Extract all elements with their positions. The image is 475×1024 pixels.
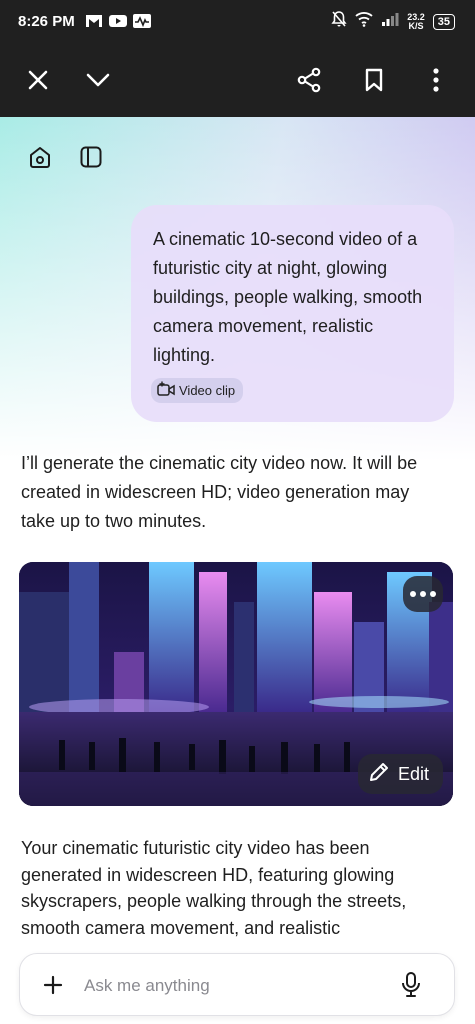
gmail-icon xyxy=(84,12,104,30)
status-app-icons xyxy=(84,12,152,30)
youtube-icon xyxy=(108,12,128,30)
assistant-reply: I’ll generate the cinematic city video n… xyxy=(21,453,418,531)
close-icon[interactable] xyxy=(22,64,54,96)
top-toolbar xyxy=(0,44,475,117)
edit-label: Edit xyxy=(397,763,429,784)
mute-icon xyxy=(331,10,347,33)
user-message-bubble: A cinematic 10-second video of a futuris… xyxy=(131,205,454,422)
composer-bar xyxy=(19,953,455,1016)
more-horizontal-icon xyxy=(410,591,416,597)
status-time: 8:26 PM xyxy=(18,13,75,30)
wifi-icon xyxy=(355,11,373,32)
share-icon[interactable] xyxy=(293,64,325,96)
generated-video-thumbnail[interactable]: Edit xyxy=(19,562,453,806)
sidebar-icon[interactable] xyxy=(75,141,107,173)
home-icon[interactable] xyxy=(24,141,56,173)
chat-area: A cinematic 10-second video of a futuris… xyxy=(0,117,475,1024)
user-message-text: A cinematic 10-second video of a futuris… xyxy=(153,229,423,365)
video-clip-label: Video clip xyxy=(179,383,236,398)
activity-icon xyxy=(132,12,152,30)
video-plus-icon xyxy=(157,381,175,400)
bookmark-icon[interactable] xyxy=(358,64,390,96)
microphone-icon[interactable] xyxy=(396,970,426,1000)
ask-input[interactable] xyxy=(82,972,386,1000)
media-more-button[interactable] xyxy=(403,576,443,612)
video-clip-chip[interactable]: Video clip xyxy=(151,378,244,403)
status-bar: 8:26 PM 23.2 K/S 35 xyxy=(0,0,475,44)
assistant-summary: Your cinematic futuristic city video has… xyxy=(21,838,407,938)
plus-icon[interactable] xyxy=(38,970,68,1000)
net-speed: 23.2 K/S xyxy=(407,12,425,31)
status-system-area: 23.2 K/S 35 xyxy=(331,10,455,33)
edit-button[interactable]: Edit xyxy=(357,754,443,794)
chevron-down-icon[interactable] xyxy=(82,64,114,96)
net-speed-unit: K/S xyxy=(408,20,424,31)
pencil-icon xyxy=(368,761,390,788)
more-vertical-icon[interactable] xyxy=(420,64,452,96)
battery-indicator: 35 xyxy=(432,13,455,30)
signal-icon xyxy=(381,11,399,32)
